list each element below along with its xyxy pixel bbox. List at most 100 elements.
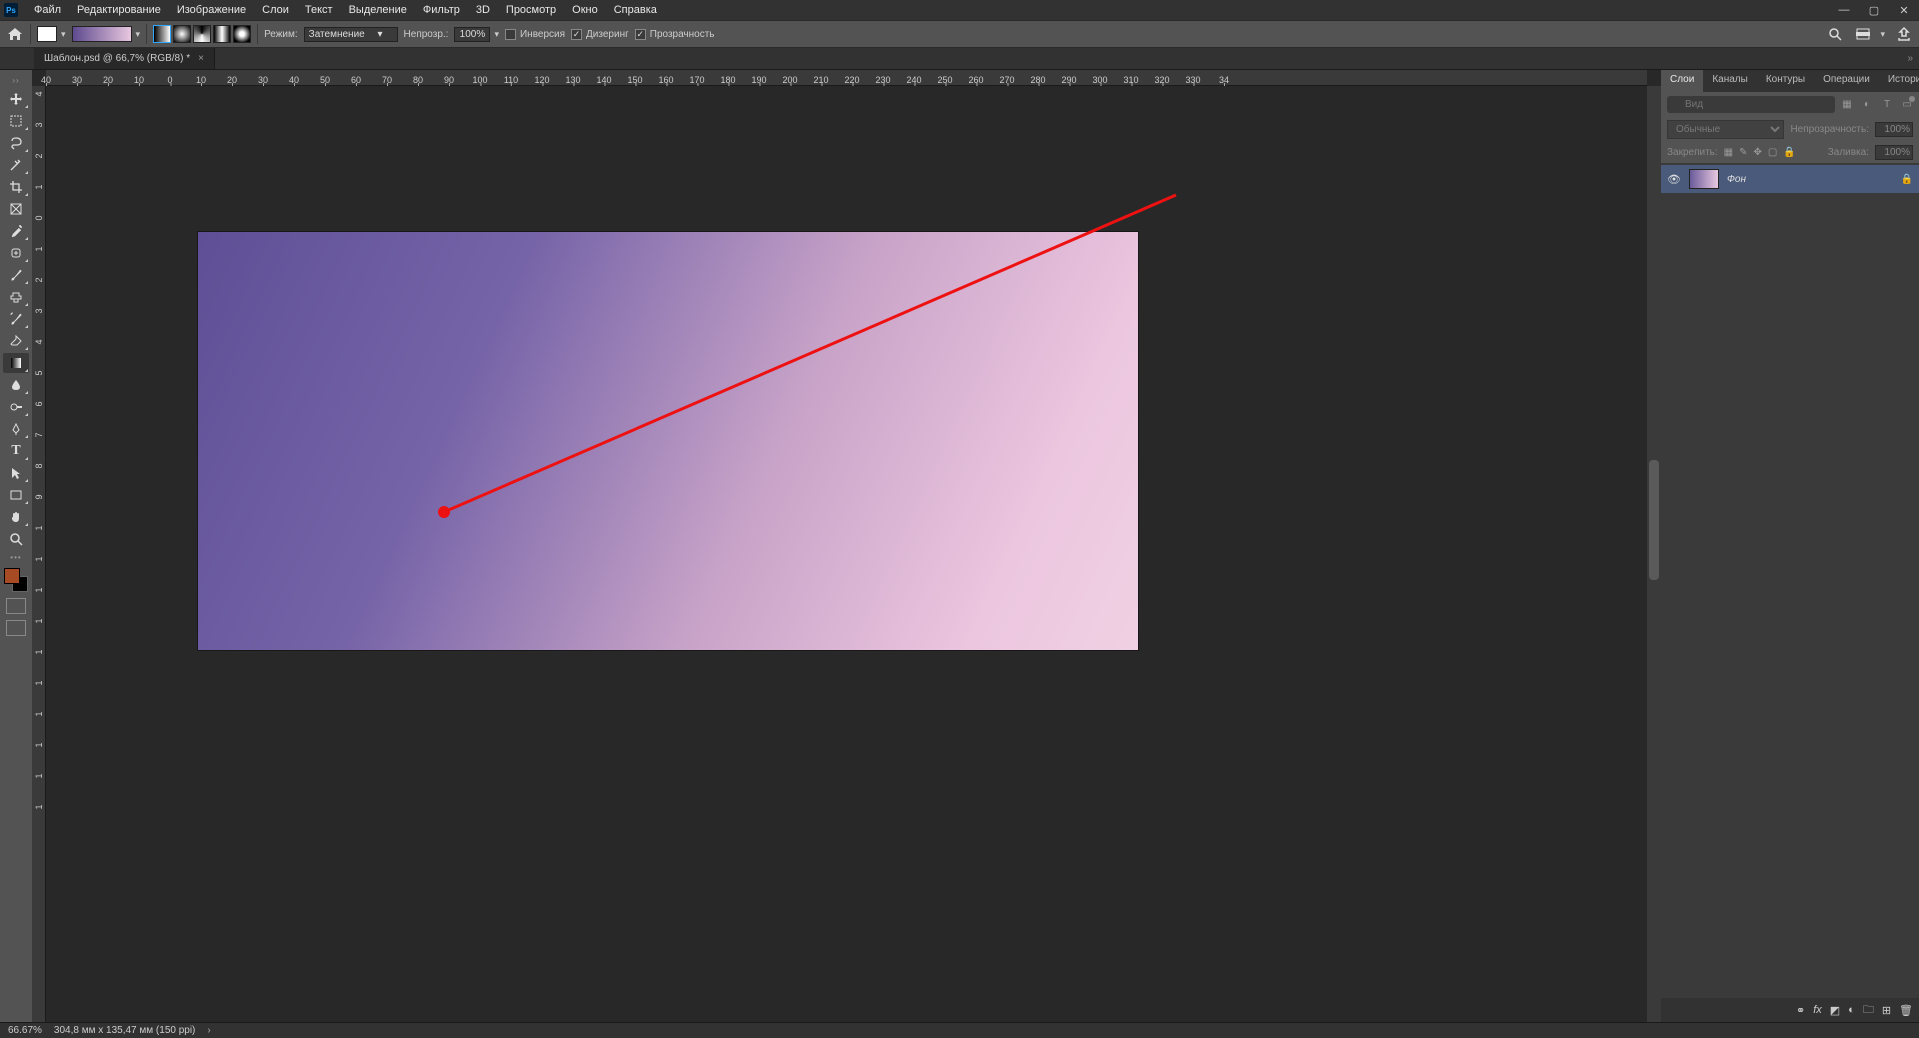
lock-image-icon[interactable]: ✎ [1739,147,1747,158]
layer-group-icon[interactable]: 🗀 [1863,1001,1874,1020]
menu-layer[interactable]: Слои [254,1,297,19]
opacity-input[interactable]: 100% [454,27,490,42]
gradient-reflected[interactable] [213,25,231,43]
panel-grip[interactable]: ›› [12,76,19,85]
menu-help[interactable]: Справка [606,1,665,19]
layer-fx-icon[interactable]: fx [1813,1004,1822,1016]
menu-select[interactable]: Выделение [341,1,415,19]
path-selection-tool[interactable] [3,463,29,483]
eraser-tool[interactable] [3,331,29,351]
dropdown-icon[interactable]: ▾ [494,29,499,40]
tab-actions[interactable]: Операции [1814,70,1879,92]
history-brush-tool[interactable] [3,309,29,329]
canvas-viewport[interactable] [46,86,1647,1022]
filter-type-icon[interactable]: T [1879,97,1895,113]
transparency-checkbox[interactable]: Прозрачность [635,29,715,40]
gradient-linear[interactable] [153,25,171,43]
screen-mode-toggle[interactable] [6,620,26,636]
gradient-swatch[interactable] [37,26,57,42]
dodge-tool[interactable] [3,397,29,417]
ruler-vertical[interactable]: 432101234567891111111111 [32,86,46,1022]
ruler-horizontal[interactable]: 4030201001020304050607080901001101201301… [46,70,1647,86]
status-menu-icon[interactable]: › [207,1025,210,1036]
lock-all-icon[interactable]: 🔒 [1783,147,1795,158]
tab-close-icon[interactable]: × [198,53,204,64]
zoom-level[interactable]: 66.67% [8,1025,42,1036]
tool-overflow[interactable]: ••• [10,553,21,562]
maximize-button[interactable]: ▢ [1859,0,1889,20]
move-tool[interactable] [3,89,29,109]
filter-adjust-icon[interactable]: ◐ [1859,97,1875,113]
search-icon[interactable] [1826,25,1844,43]
lock-transparency-icon[interactable]: ▦ [1724,147,1733,158]
layer-opacity-input[interactable] [1875,122,1913,137]
tab-channels[interactable]: Каналы [1703,70,1757,92]
foreground-color[interactable] [4,568,20,584]
zoom-tool[interactable] [3,529,29,549]
layer-row[interactable]: 👁 Фон 🔒 [1661,165,1919,193]
filter-pixel-icon[interactable]: ▦ [1839,97,1855,113]
eyedropper-tool[interactable] [3,221,29,241]
menu-3d[interactable]: 3D [468,1,498,19]
marquee-tool[interactable] [3,111,29,131]
hand-tool[interactable] [3,507,29,527]
layer-fill-input[interactable] [1875,145,1913,160]
new-layer-icon[interactable]: ⊞ [1882,1004,1891,1017]
pen-tool[interactable] [3,419,29,439]
magic-wand-tool[interactable] [3,155,29,175]
layer-name-label[interactable]: Фон [1727,174,1893,185]
lasso-tool[interactable] [3,133,29,153]
brush-tool[interactable] [3,265,29,285]
clone-stamp-tool[interactable] [3,287,29,307]
menu-image[interactable]: Изображение [169,1,254,19]
layer-lock-icon[interactable]: 🔒 [1901,174,1913,185]
link-layers-icon[interactable]: ⚭ [1796,1004,1805,1017]
blend-mode-select[interactable]: Затемнение ▾ [304,27,398,42]
dither-checkbox[interactable]: Дизеринг [571,29,629,40]
scrollbar-thumb[interactable] [1649,460,1659,580]
type-tool[interactable]: T [3,441,29,461]
dropdown-icon[interactable]: ▾ [136,29,141,40]
menu-filter[interactable]: Фильтр [415,1,468,19]
document-info[interactable]: 304,8 мм x 135,47 мм (150 ppi) [54,1025,195,1036]
document-canvas[interactable] [198,232,1138,650]
document-tab[interactable]: Шаблон.psd @ 66,7% (RGB/8) * × [34,48,215,69]
reverse-checkbox[interactable]: Инверсия [505,29,565,40]
minimize-button[interactable]: — [1829,0,1859,20]
frame-icon[interactable] [1854,25,1872,43]
dropdown-icon[interactable]: ▾ [1880,29,1885,40]
crop-tool[interactable] [3,177,29,197]
layer-thumbnail[interactable] [1689,169,1719,189]
quick-mask-toggle[interactable] [6,598,26,614]
adjustment-layer-icon[interactable]: ◐ [1848,1004,1855,1016]
layer-visibility-icon[interactable]: 👁 [1667,173,1681,186]
lock-position-icon[interactable]: ✥ [1754,147,1762,158]
layer-filter-input[interactable] [1667,96,1835,113]
healing-brush-tool[interactable] [3,243,29,263]
menu-window[interactable]: Окно [564,1,606,19]
gradient-angle[interactable] [193,25,211,43]
gradient-tool[interactable] [3,353,29,373]
gradient-picker[interactable] [72,26,132,42]
menu-type[interactable]: Текст [297,1,341,19]
home-icon[interactable] [6,25,24,43]
gradient-radial[interactable] [173,25,191,43]
rectangle-tool[interactable] [3,485,29,505]
tab-history[interactable]: История [1879,70,1919,92]
tab-paths[interactable]: Контуры [1757,70,1814,92]
menu-view[interactable]: Просмотр [498,1,564,19]
share-icon[interactable] [1895,25,1913,43]
layer-blend-select[interactable]: Обычные [1667,120,1784,139]
blur-tool[interactable] [3,375,29,395]
gradient-diamond[interactable] [233,25,251,43]
tab-overflow-icon[interactable]: » [1907,48,1919,69]
layer-mask-icon[interactable]: ◩ [1830,1004,1840,1017]
lock-artboard-icon[interactable]: ▢ [1768,147,1777,158]
tab-layers[interactable]: Слои [1661,70,1703,92]
delete-layer-icon[interactable]: 🗑 [1899,1004,1913,1017]
vertical-scrollbar[interactable] [1647,86,1661,1022]
dropdown-icon[interactable]: ▾ [61,29,66,40]
menu-file[interactable]: Файл [26,1,69,19]
close-button[interactable]: ✕ [1889,0,1919,20]
frame-tool[interactable] [3,199,29,219]
